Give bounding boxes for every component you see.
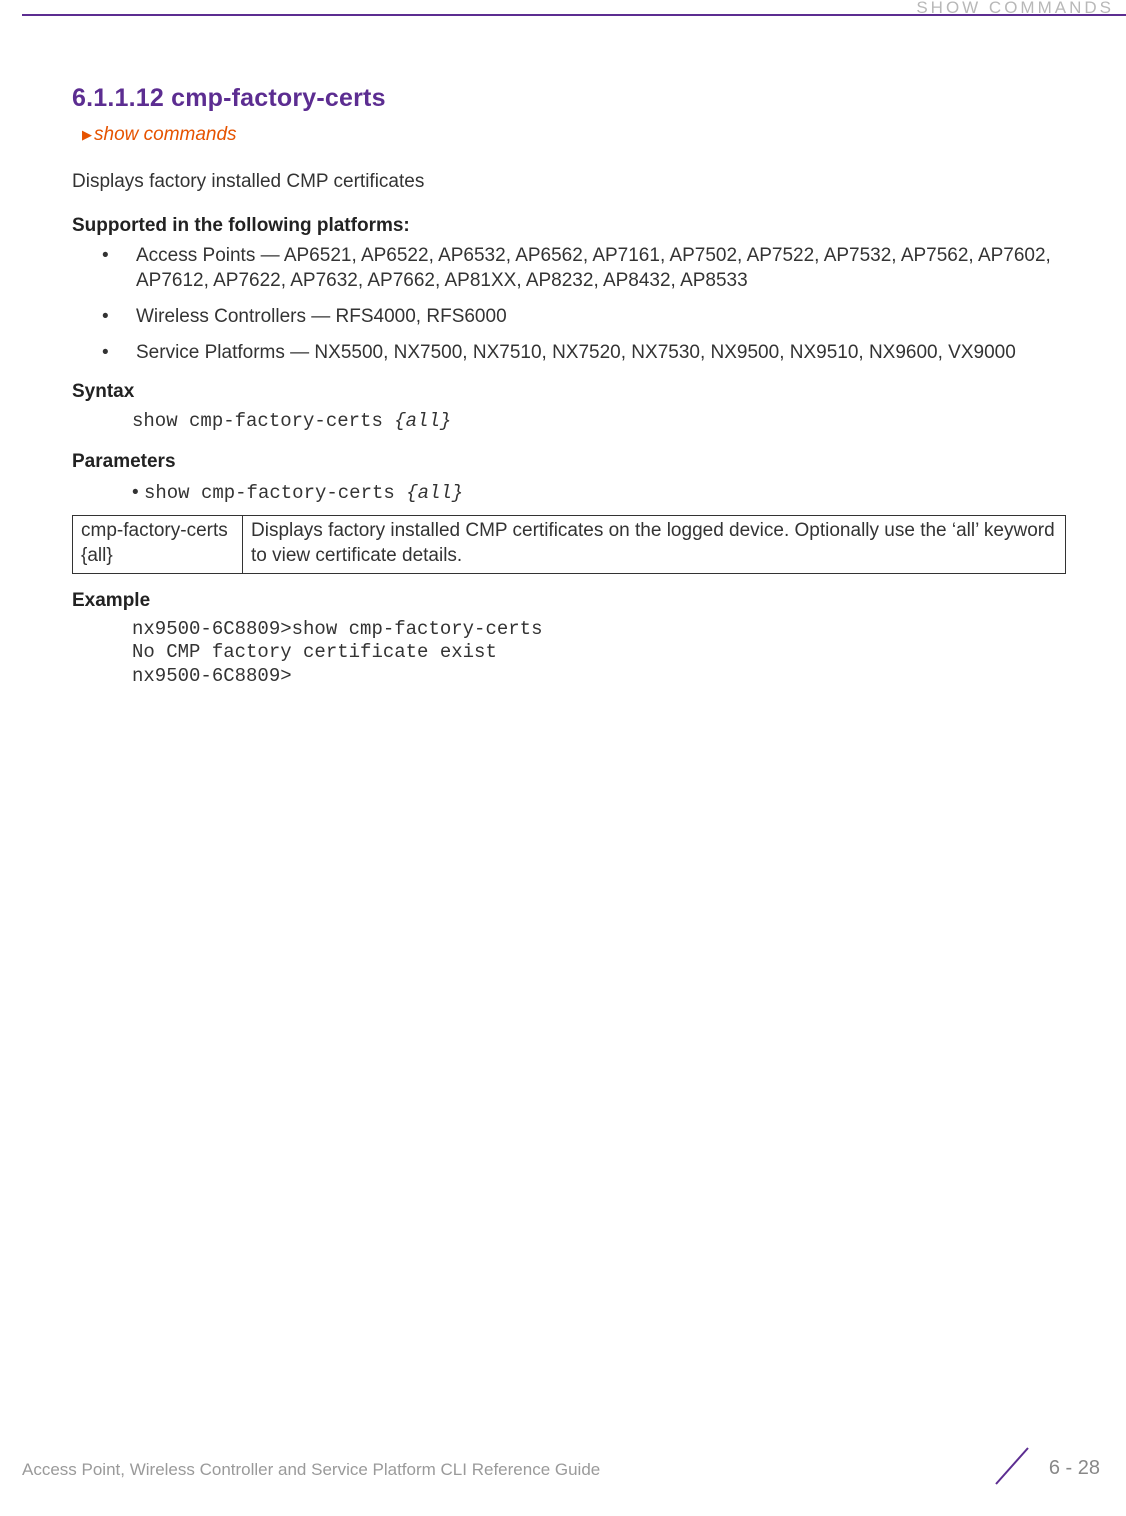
param-name-line1: cmp-factory-certs bbox=[81, 520, 228, 541]
platforms-heading: Supported in the following platforms: bbox=[72, 213, 1066, 239]
footer-slash-icon bbox=[990, 1444, 1034, 1488]
example-heading: Example bbox=[72, 588, 1066, 614]
list-item: Service Platforms — NX5500, NX7500, NX75… bbox=[72, 340, 1066, 366]
section-title: 6.1.1.12 cmp-factory-certs bbox=[72, 82, 1066, 116]
footer-guide: Access Point, Wireless Controller and Se… bbox=[22, 1459, 600, 1482]
example-code: nx9500-6C8809>show cmp-factory-certs No … bbox=[132, 618, 1066, 689]
syntax-code: show cmp-factory-certs {all} bbox=[132, 409, 1066, 435]
parameter-bullet: show cmp-factory-certs {all} bbox=[132, 480, 1066, 507]
page-number: 6 - 28 bbox=[1049, 1455, 1100, 1482]
page-content: 6.1.1.12 cmp-factory-certs ▶show command… bbox=[0, 0, 1126, 689]
table-row: cmp-factory-certs {all} Displays factory… bbox=[73, 515, 1066, 573]
param-name-cell: cmp-factory-certs {all} bbox=[73, 515, 243, 573]
header-category: SHOW COMMANDS bbox=[916, 0, 1114, 20]
list-item: Wireless Controllers — RFS4000, RFS6000 bbox=[72, 304, 1066, 330]
list-item: Access Points — AP6521, AP6522, AP6532, … bbox=[72, 243, 1066, 294]
syntax-fixed: show cmp-factory-certs bbox=[132, 410, 394, 432]
parameters-table: cmp-factory-certs {all} Displays factory… bbox=[72, 515, 1066, 574]
platforms-list: Access Points — AP6521, AP6522, AP6532, … bbox=[72, 243, 1066, 366]
intro-text: Displays factory installed CMP certifica… bbox=[72, 169, 1066, 195]
param-desc-cell: Displays factory installed CMP certifica… bbox=[243, 515, 1066, 573]
breadcrumb[interactable]: ▶show commands bbox=[82, 122, 1066, 148]
param-fixed: show cmp-factory-certs bbox=[144, 482, 406, 504]
param-arg: {all} bbox=[406, 482, 463, 504]
breadcrumb-label: show commands bbox=[94, 124, 237, 145]
syntax-arg: {all} bbox=[394, 410, 451, 432]
parameters-heading: Parameters bbox=[72, 449, 1066, 475]
arrow-right-icon: ▶ bbox=[82, 127, 92, 142]
syntax-heading: Syntax bbox=[72, 379, 1066, 405]
param-name-line2: {all} bbox=[81, 545, 113, 566]
